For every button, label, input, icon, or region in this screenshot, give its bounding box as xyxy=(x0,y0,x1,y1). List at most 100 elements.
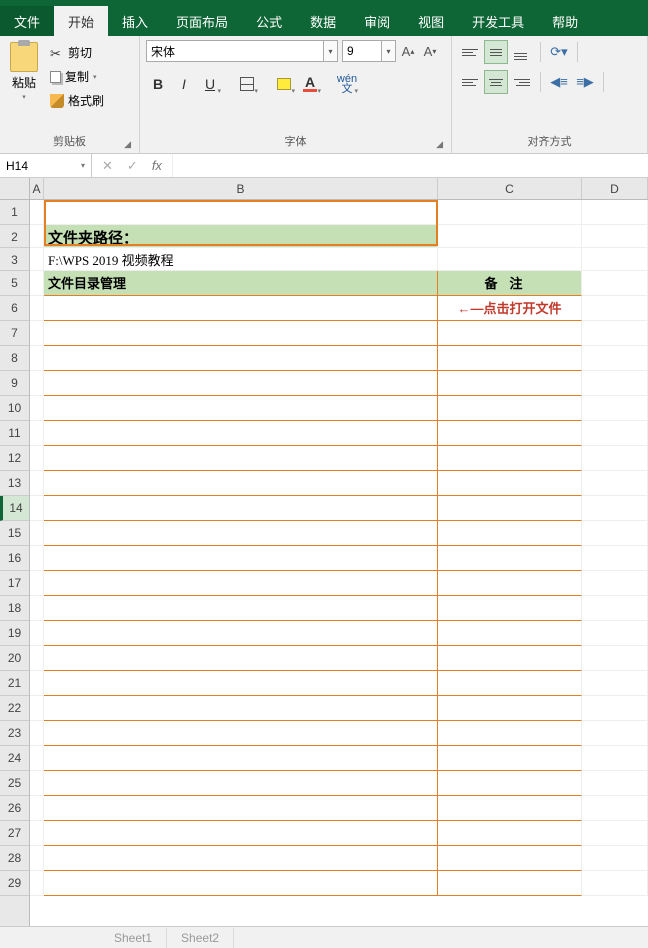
cell-B17[interactable] xyxy=(44,571,438,596)
tab-dev[interactable]: 开发工具 xyxy=(458,6,538,36)
cell-C23[interactable] xyxy=(438,721,582,746)
tab-review[interactable]: 审阅 xyxy=(350,6,404,36)
row-header-11[interactable]: 11 xyxy=(0,421,29,446)
cell-A17[interactable] xyxy=(30,571,44,596)
cell-B9[interactable] xyxy=(44,371,438,396)
align-right-button[interactable] xyxy=(510,70,534,94)
row-header-16[interactable]: 16 xyxy=(0,546,29,571)
fx-button[interactable]: fx xyxy=(152,158,162,173)
orientation-button[interactable]: ⟳▾ xyxy=(547,40,571,64)
cell-D13[interactable] xyxy=(582,471,648,496)
cell-B7[interactable] xyxy=(44,321,438,346)
align-middle-button[interactable] xyxy=(484,40,508,64)
cell-C27[interactable] xyxy=(438,821,582,846)
cell-A15[interactable] xyxy=(30,521,44,546)
cell-A22[interactable] xyxy=(30,696,44,721)
row-header-3[interactable]: 3 xyxy=(0,248,29,271)
cell-D8[interactable] xyxy=(582,346,648,371)
row-header-1[interactable]: 1 xyxy=(0,200,29,225)
cell-D12[interactable] xyxy=(582,446,648,471)
cell-C15[interactable] xyxy=(438,521,582,546)
align-top-button[interactable] xyxy=(458,40,482,64)
cell-B22[interactable] xyxy=(44,696,438,721)
tab-data[interactable]: 数据 xyxy=(296,6,350,36)
cell-A27[interactable] xyxy=(30,821,44,846)
cell-B23[interactable] xyxy=(44,721,438,746)
cell-A3[interactable] xyxy=(30,248,44,271)
cell-C11[interactable] xyxy=(438,421,582,446)
font-launcher[interactable]: ◢ xyxy=(436,139,443,150)
cell-C14[interactable] xyxy=(438,496,582,521)
tab-view[interactable]: 视图 xyxy=(404,6,458,36)
cell-A26[interactable] xyxy=(30,796,44,821)
cell-B8[interactable] xyxy=(44,346,438,371)
cell-D25[interactable] xyxy=(582,771,648,796)
border-button[interactable] xyxy=(235,72,259,96)
font-name-select[interactable] xyxy=(146,40,324,62)
cell-A23[interactable] xyxy=(30,721,44,746)
cell-A14[interactable] xyxy=(30,496,44,521)
cell-B13[interactable] xyxy=(44,471,438,496)
row-header-27[interactable]: 27 xyxy=(0,821,29,846)
cell-A19[interactable] xyxy=(30,621,44,646)
cell-B24[interactable] xyxy=(44,746,438,771)
font-size-select[interactable] xyxy=(342,40,382,62)
cell-A20[interactable] xyxy=(30,646,44,671)
row-header-25[interactable]: 25 xyxy=(0,771,29,796)
cell-D24[interactable] xyxy=(582,746,648,771)
cell-A2[interactable] xyxy=(30,225,44,248)
font-color-button[interactable]: A xyxy=(298,72,322,96)
cell-C19[interactable] xyxy=(438,621,582,646)
cell-B26[interactable] xyxy=(44,796,438,821)
cell-D10[interactable] xyxy=(582,396,648,421)
cell-A13[interactable] xyxy=(30,471,44,496)
row-header-15[interactable]: 15 xyxy=(0,521,29,546)
cell-C1[interactable] xyxy=(438,200,582,225)
cell-C7[interactable] xyxy=(438,321,582,346)
cell-C5[interactable]: 备注 xyxy=(438,271,582,296)
cell-D1[interactable] xyxy=(582,200,648,225)
cell-D6[interactable] xyxy=(582,296,648,321)
cell-A28[interactable] xyxy=(30,846,44,871)
row-header-23[interactable]: 23 xyxy=(0,721,29,746)
cell-C26[interactable] xyxy=(438,796,582,821)
row-header-20[interactable]: 20 xyxy=(0,646,29,671)
tab-layout[interactable]: 页面布局 xyxy=(162,6,242,36)
cell-C8[interactable] xyxy=(438,346,582,371)
cell-D14[interactable] xyxy=(582,496,648,521)
cell-C24[interactable] xyxy=(438,746,582,771)
cell-A29[interactable] xyxy=(30,871,44,896)
cell-C17[interactable] xyxy=(438,571,582,596)
cell-D9[interactable] xyxy=(582,371,648,396)
cell-D17[interactable] xyxy=(582,571,648,596)
row-header-13[interactable]: 13 xyxy=(0,471,29,496)
cell-D16[interactable] xyxy=(582,546,648,571)
cell-D26[interactable] xyxy=(582,796,648,821)
cell-A1[interactable] xyxy=(30,200,44,225)
cell-C3[interactable] xyxy=(438,248,582,271)
cell-C22[interactable] xyxy=(438,696,582,721)
cell-B18[interactable] xyxy=(44,596,438,621)
font-name-dropdown[interactable]: ▾ xyxy=(324,40,338,62)
row-header-17[interactable]: 17 xyxy=(0,571,29,596)
cell-D2[interactable] xyxy=(582,225,648,248)
cell-A6[interactable] xyxy=(30,296,44,321)
cell-B15[interactable] xyxy=(44,521,438,546)
cell-B28[interactable] xyxy=(44,846,438,871)
cell-D27[interactable] xyxy=(582,821,648,846)
col-header-B[interactable]: B xyxy=(44,178,438,199)
cell-C9[interactable] xyxy=(438,371,582,396)
cell-B10[interactable] xyxy=(44,396,438,421)
cell-C29[interactable] xyxy=(438,871,582,896)
cell-B16[interactable] xyxy=(44,546,438,571)
sheet-tab-2[interactable]: Sheet2 xyxy=(167,928,234,948)
cell-C6[interactable]: ←—点击打开文件 xyxy=(438,296,582,321)
align-bottom-button[interactable] xyxy=(510,40,534,64)
cell-D5[interactable] xyxy=(582,271,648,296)
cell-A9[interactable] xyxy=(30,371,44,396)
cell-D21[interactable] xyxy=(582,671,648,696)
cell-C21[interactable] xyxy=(438,671,582,696)
cell-D22[interactable] xyxy=(582,696,648,721)
cell-B20[interactable] xyxy=(44,646,438,671)
cell-D11[interactable] xyxy=(582,421,648,446)
